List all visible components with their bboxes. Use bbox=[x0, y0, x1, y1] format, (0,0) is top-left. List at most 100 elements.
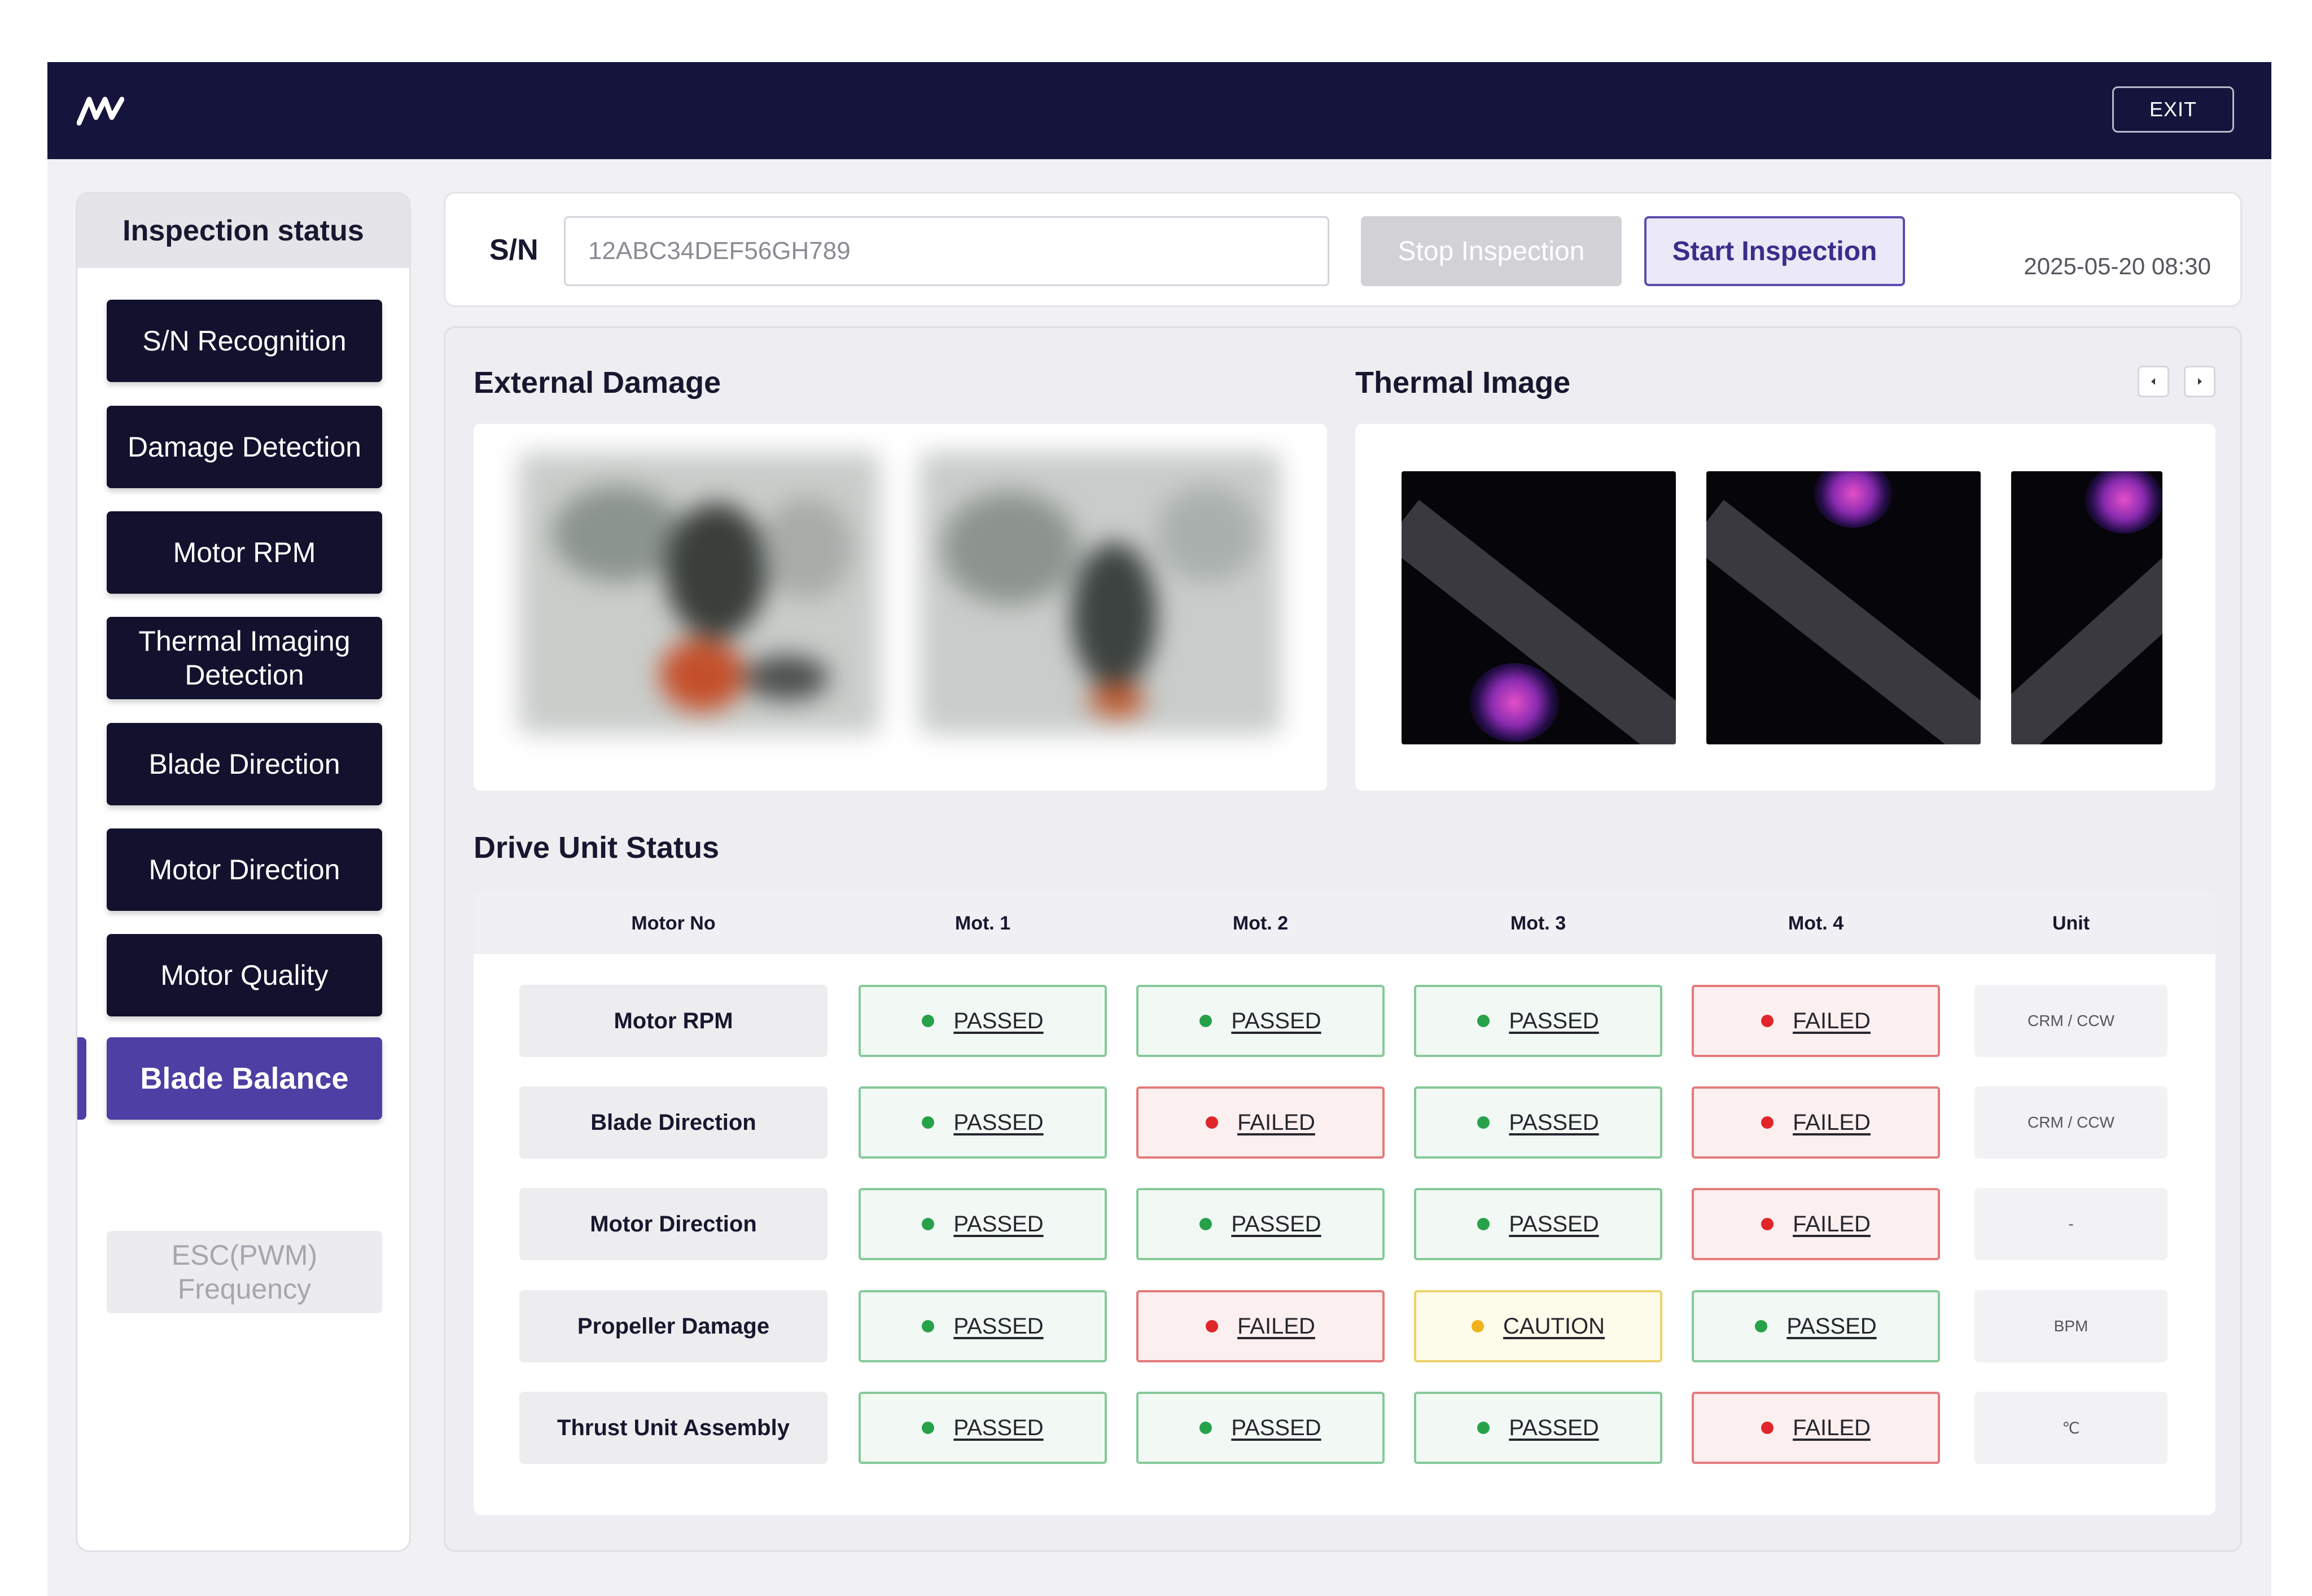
sn-input[interactable] bbox=[564, 216, 1329, 286]
status-text: FAILED bbox=[1237, 1110, 1315, 1135]
status-dot-icon bbox=[1477, 1422, 1490, 1434]
step-motor-quality[interactable]: Motor Quality bbox=[107, 934, 382, 1016]
thermal-image-panel bbox=[1355, 424, 2215, 791]
top-bar: EXIT bbox=[47, 62, 2271, 159]
status-badge[interactable]: FAILED bbox=[1136, 1290, 1385, 1362]
status-dot-icon bbox=[1477, 1218, 1490, 1230]
status-badge[interactable]: PASSED bbox=[859, 1290, 1107, 1362]
status-badge[interactable]: PASSED bbox=[1414, 985, 1662, 1057]
column-header: Mot. 4 bbox=[1788, 912, 1844, 934]
status-text: PASSED bbox=[1509, 1110, 1599, 1135]
status-badge[interactable]: PASSED bbox=[1414, 1392, 1662, 1464]
status-dot-icon bbox=[922, 1320, 935, 1332]
status-dot-icon bbox=[1199, 1422, 1212, 1434]
start-inspection-button[interactable]: Start Inspection bbox=[1644, 216, 1905, 286]
status-text: PASSED bbox=[1231, 1211, 1321, 1237]
thermal-image-title: Thermal Image bbox=[1355, 366, 1571, 400]
status-badge[interactable]: FAILED bbox=[1692, 1188, 1940, 1260]
drive-unit-status-table: Motor No Mot. 1 Mot. 2 Mot. 3 Mot. 4 Unit Mot… bbox=[474, 892, 2215, 1515]
status-text: CAUTION bbox=[1503, 1313, 1605, 1339]
status-dot-icon bbox=[922, 1422, 935, 1434]
status-text: PASSED bbox=[953, 1008, 1044, 1033]
status-dot-icon bbox=[1206, 1116, 1219, 1129]
stop-inspection-button[interactable]: Stop Inspection bbox=[1361, 216, 1622, 286]
unit-cell: CRM / CCW bbox=[1974, 985, 2168, 1057]
status-badge[interactable]: FAILED bbox=[1692, 985, 1940, 1057]
exit-button[interactable]: EXIT bbox=[2112, 86, 2234, 133]
status-badge[interactable]: PASSED bbox=[1692, 1290, 1940, 1362]
status-dot-icon bbox=[922, 1218, 935, 1230]
damage-photo bbox=[519, 452, 880, 734]
step-esc-pwm-frequency[interactable]: ESC(PWM) Frequency bbox=[107, 1231, 382, 1313]
status-text: FAILED bbox=[1237, 1313, 1315, 1339]
status-dot-icon bbox=[922, 1116, 935, 1129]
chevron-right-icon bbox=[2198, 378, 2202, 385]
status-badge[interactable]: PASSED bbox=[859, 1188, 1107, 1260]
status-text: PASSED bbox=[1509, 1211, 1599, 1237]
thermal-next-button[interactable] bbox=[2184, 366, 2215, 397]
status-badge[interactable]: PASSED bbox=[1136, 985, 1385, 1057]
status-text: PASSED bbox=[953, 1110, 1044, 1135]
status-badge[interactable]: PASSED bbox=[1414, 1086, 1662, 1159]
row-label: Motor RPM bbox=[519, 985, 827, 1057]
status-dot-icon bbox=[1472, 1320, 1484, 1332]
status-badge[interactable]: PASSED bbox=[859, 985, 1107, 1057]
status-text: PASSED bbox=[953, 1313, 1044, 1339]
step-thermal-imaging-detection[interactable]: Thermal Imaging Detection bbox=[107, 617, 382, 699]
column-header: Unit bbox=[2052, 912, 2090, 934]
drive-unit-status-title: Drive Unit Status bbox=[474, 831, 720, 865]
row-label: Blade Direction bbox=[519, 1086, 827, 1159]
status-badge[interactable]: PASSED bbox=[859, 1086, 1107, 1159]
step-blade-direction[interactable]: Blade Direction bbox=[107, 723, 382, 805]
status-dot-icon bbox=[1199, 1015, 1212, 1027]
inspection-status-sidebar: Inspection status S/N Recognition Damage… bbox=[76, 192, 411, 1552]
column-header: Mot. 1 bbox=[954, 912, 1011, 934]
status-badge[interactable]: PASSED bbox=[859, 1392, 1107, 1464]
external-damage-title: External Damage bbox=[474, 366, 721, 400]
wave-logo-icon bbox=[77, 97, 124, 126]
status-text: PASSED bbox=[953, 1415, 1044, 1440]
status-dot-icon bbox=[1761, 1422, 1774, 1434]
thermal-frame bbox=[2011, 471, 2162, 744]
step-damage-detection[interactable]: Damage Detection bbox=[107, 406, 382, 488]
status-text: FAILED bbox=[1793, 1008, 1871, 1033]
row-label: Thrust Unit Assembly bbox=[519, 1392, 827, 1464]
inspection-datetime: 2025-05-20 08:30 bbox=[2024, 253, 2211, 279]
step-motor-rpm[interactable]: Motor RPM bbox=[107, 511, 382, 594]
inspection-app: EXIT Inspection status S/N Recognition D… bbox=[47, 62, 2271, 1596]
status-text: FAILED bbox=[1793, 1211, 1871, 1237]
inspection-header: S/N Stop Inspection Start Inspection 202… bbox=[444, 192, 2242, 307]
thermal-frame bbox=[1706, 471, 1981, 744]
status-text: PASSED bbox=[1231, 1415, 1321, 1440]
sidebar-title: Inspection status bbox=[77, 194, 409, 268]
status-badge[interactable]: PASSED bbox=[1136, 1392, 1385, 1464]
status-dot-icon bbox=[1477, 1015, 1490, 1027]
status-badge[interactable]: FAILED bbox=[1692, 1086, 1940, 1159]
status-badge[interactable]: PASSED bbox=[1414, 1188, 1662, 1260]
chevron-left-icon bbox=[2151, 378, 2155, 385]
step-motor-direction[interactable]: Motor Direction bbox=[107, 828, 382, 911]
status-dot-icon bbox=[922, 1015, 935, 1027]
status-badge[interactable]: FAILED bbox=[1136, 1086, 1385, 1159]
status-badge[interactable]: FAILED bbox=[1692, 1392, 1940, 1464]
row-label: Motor Direction bbox=[519, 1188, 827, 1260]
status-dot-icon bbox=[1761, 1116, 1774, 1129]
status-dot-icon bbox=[1755, 1320, 1768, 1332]
status-badge[interactable]: CAUTION bbox=[1414, 1290, 1662, 1362]
status-text: PASSED bbox=[953, 1211, 1044, 1237]
thermal-prev-button[interactable] bbox=[2138, 366, 2169, 397]
status-dot-icon bbox=[1761, 1015, 1774, 1027]
status-text: PASSED bbox=[1509, 1415, 1599, 1440]
unit-cell: BPM bbox=[1974, 1290, 2168, 1362]
status-text: PASSED bbox=[1509, 1008, 1599, 1033]
column-header: Mot. 2 bbox=[1232, 912, 1289, 934]
status-dot-icon bbox=[1206, 1320, 1219, 1332]
status-badge[interactable]: PASSED bbox=[1136, 1188, 1385, 1260]
column-header: Mot. 3 bbox=[1510, 912, 1566, 934]
step-sn-recognition[interactable]: S/N Recognition bbox=[107, 300, 382, 382]
status-dot-icon bbox=[1477, 1116, 1490, 1129]
status-dot-icon bbox=[1761, 1218, 1774, 1230]
damage-photo bbox=[919, 452, 1281, 734]
unit-cell: CRM / CCW bbox=[1974, 1086, 2168, 1159]
step-blade-balance[interactable]: Blade Balance bbox=[107, 1037, 382, 1120]
